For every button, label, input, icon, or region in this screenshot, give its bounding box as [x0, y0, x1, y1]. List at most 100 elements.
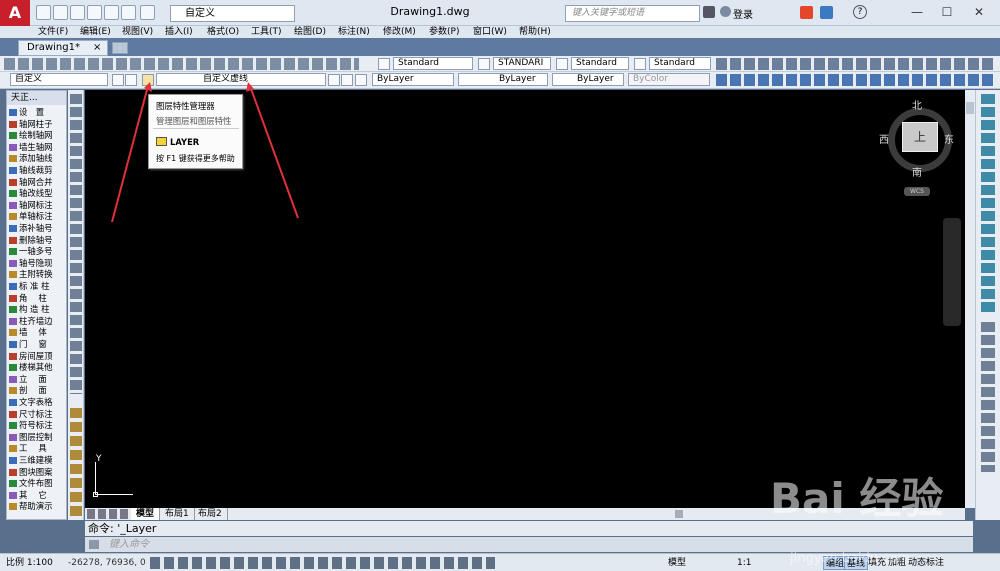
maximize-button[interactable]: ☐: [935, 2, 959, 22]
menu-view[interactable]: 视图(V): [122, 26, 153, 38]
viewcube-top-face[interactable]: 上: [902, 122, 938, 152]
menu-parametric[interactable]: 参数(P): [429, 26, 459, 38]
new-file-icon[interactable]: [36, 5, 51, 20]
screen-menu-item[interactable]: 轴号隐现: [7, 258, 66, 268]
viewcube-north[interactable]: 北: [912, 97, 922, 112]
workspace-select[interactable]: 自定义: [170, 5, 295, 22]
menu-insert[interactable]: 插入(I): [165, 26, 193, 38]
screen-menu-item[interactable]: 房间屋顶: [7, 351, 66, 361]
wcs-menu-button[interactable]: WCS: [904, 187, 930, 196]
screen-menu-item[interactable]: 构 造 柱: [7, 304, 66, 314]
workspace-dropdown[interactable]: 自定义: [10, 73, 108, 86]
screen-menu-item[interactable]: 轴网柱子: [7, 119, 66, 129]
undo-icon[interactable]: [121, 5, 136, 20]
screen-menu-item[interactable]: 轴网标注: [7, 200, 66, 210]
menu-file[interactable]: 文件(F): [38, 26, 68, 38]
close-tab-icon[interactable]: ×: [93, 41, 101, 55]
screen-menu-item[interactable]: 文件布图: [7, 478, 66, 488]
screen-menu-item[interactable]: 标 准 柱: [7, 281, 66, 291]
scale-select[interactable]: 比例 1:100: [4, 556, 55, 570]
screen-menu-item[interactable]: 角 柱: [7, 293, 66, 303]
drafting-mode-icons[interactable]: [150, 557, 495, 569]
screen-menu-item[interactable]: 尺寸标注: [7, 409, 66, 419]
stay-connected-icon[interactable]: [820, 6, 833, 19]
print-icon[interactable]: [104, 5, 119, 20]
right-toolbar-icons-upper[interactable]: [981, 94, 995, 314]
layer-states-icon[interactable]: [355, 74, 367, 86]
menu-draw[interactable]: 绘图(D): [294, 26, 326, 38]
screen-menu-item[interactable]: 文字表格: [7, 397, 66, 407]
screen-menu-item[interactable]: 轴网合并: [7, 177, 66, 187]
application-menu-button[interactable]: A: [0, 0, 30, 26]
layout-tab-navigation-icons[interactable]: [87, 509, 129, 519]
binoculars-icon[interactable]: [703, 6, 715, 18]
modify-toolbar-icons[interactable]: [70, 408, 82, 518]
right-toolbar-icons-lower[interactable]: [981, 322, 995, 472]
viewcube-east[interactable]: 东: [944, 131, 954, 146]
save-as-icon[interactable]: [87, 5, 102, 20]
screen-menu-item[interactable]: 轴改线型: [7, 188, 66, 198]
vertical-scrollbar[interactable]: [965, 90, 975, 508]
screen-menu-item[interactable]: 三维建模: [7, 455, 66, 465]
screen-menu-item[interactable]: 一轴多号: [7, 246, 66, 256]
screen-menu-item[interactable]: 图层控制: [7, 432, 66, 442]
help-icon[interactable]: ?: [853, 5, 867, 19]
minimize-button[interactable]: —: [905, 2, 929, 22]
screen-menu-item[interactable]: 楼梯其他: [7, 362, 66, 372]
table-style-select[interactable]: Standard: [571, 57, 629, 70]
dim-style-select[interactable]: STANDARI: [493, 57, 551, 70]
screen-menu-item[interactable]: 符号标注: [7, 420, 66, 430]
screen-menu-item[interactable]: 剖 面: [7, 385, 66, 395]
horizontal-scrollbar-thumb[interactable]: [675, 510, 683, 518]
screen-menu-item[interactable]: 立 面: [7, 374, 66, 384]
mleader-style-icon[interactable]: [634, 58, 646, 70]
linetype-select[interactable]: ByLayer: [458, 73, 548, 86]
menu-modify[interactable]: 修改(M): [383, 26, 416, 38]
dim-style-icon[interactable]: [478, 58, 490, 70]
search-input[interactable]: 键入关键字或短语: [565, 5, 700, 22]
screen-menu-item[interactable]: 轴线裁剪: [7, 165, 66, 175]
save-icon[interactable]: [70, 5, 85, 20]
tab-model[interactable]: 模型: [131, 508, 161, 520]
mleader-style-select[interactable]: Standard: [649, 57, 711, 70]
draw-toolbar-icons[interactable]: [70, 94, 82, 394]
menu-dimension[interactable]: 标注(N): [338, 26, 370, 38]
screen-menu-item[interactable]: 其 它: [7, 490, 66, 500]
viewcube-west[interactable]: 西: [879, 131, 889, 146]
exchange-icon[interactable]: [800, 6, 813, 19]
screen-menu-item[interactable]: 绘制轴网: [7, 130, 66, 140]
text-style-select[interactable]: Standard: [393, 57, 473, 70]
screen-menu-item[interactable]: 添补轴号: [7, 223, 66, 233]
menu-tools[interactable]: 工具(T): [251, 26, 282, 38]
screen-menu-item[interactable]: 柱齐墙边: [7, 316, 66, 326]
screen-menu-item[interactable]: 墙 体: [7, 327, 66, 337]
redo-icon[interactable]: [140, 5, 155, 20]
color-select[interactable]: ByLayer: [372, 73, 454, 86]
screen-menu-item[interactable]: 墙生轴网: [7, 142, 66, 152]
make-current-layer-icon[interactable]: [328, 74, 340, 86]
command-customize-icon[interactable]: [89, 540, 99, 549]
screen-menu-item[interactable]: 图块图案: [7, 467, 66, 477]
navigation-bar[interactable]: [943, 218, 961, 326]
screen-menu-item[interactable]: 设 置: [7, 107, 66, 117]
annotation-scale-select[interactable]: 1:1: [735, 556, 753, 570]
screen-menu-item[interactable]: 添加轴线: [7, 153, 66, 163]
tab-drawing1[interactable]: Drawing1* ×: [18, 40, 108, 56]
menu-window[interactable]: 窗口(W): [473, 26, 507, 38]
layer-previous-icon[interactable]: [341, 74, 353, 86]
screen-menu-item[interactable]: 帮助演示: [7, 501, 66, 511]
close-button[interactable]: ✕: [967, 2, 991, 22]
menu-help[interactable]: 帮助(H): [519, 26, 551, 38]
screen-menu-item[interactable]: 主附转换: [7, 269, 66, 279]
draw-order-toolbar-icons[interactable]: [716, 58, 996, 70]
login-button[interactable]: 登录: [733, 6, 753, 21]
screen-menu-item[interactable]: 门 窗: [7, 339, 66, 349]
lineweight-select[interactable]: ByLayer: [552, 73, 624, 86]
menu-format[interactable]: 格式(O): [207, 26, 239, 38]
model-space-button[interactable]: 模型: [666, 556, 688, 570]
menu-edit[interactable]: 编辑(E): [80, 26, 111, 38]
scrollbar-thumb[interactable]: [966, 102, 974, 114]
tab-layout1[interactable]: 布局1: [160, 508, 195, 520]
open-file-icon[interactable]: [53, 5, 68, 20]
standard-toolbar-icons[interactable]: [4, 58, 359, 70]
